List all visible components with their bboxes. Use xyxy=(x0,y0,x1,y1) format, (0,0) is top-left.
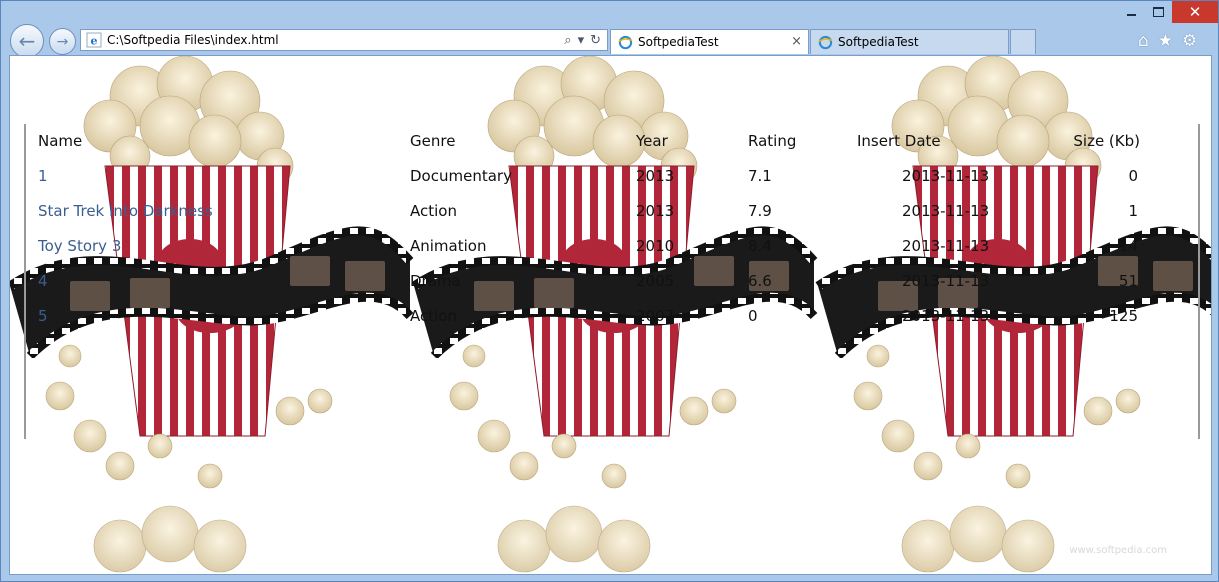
cell-year: 2005 xyxy=(636,272,675,290)
header-size[interactable]: Size (Kb) xyxy=(1073,132,1140,150)
table-row: 4 Drama 2005 6.6 2013-11-13 51 xyxy=(26,264,1198,299)
browser-window: ✕ ← → e C:\Softpedia Files\index.html ⌕ … xyxy=(0,0,1219,582)
cell-year: 2013 xyxy=(636,202,675,220)
cell-size: 14 xyxy=(1118,237,1138,255)
header-genre[interactable]: Genre xyxy=(410,132,455,150)
forward-arrow-icon: → xyxy=(56,33,69,50)
svg-text:e: e xyxy=(91,35,98,48)
cell-size: 1 xyxy=(1128,202,1138,220)
home-icon[interactable]: ⌂ xyxy=(1138,31,1149,51)
header-insert-date[interactable]: Insert Date xyxy=(857,132,941,150)
cell-size: 51 xyxy=(1118,272,1138,290)
header-name[interactable]: Name xyxy=(38,132,82,150)
cell-insert-date: 2013-11-13 xyxy=(902,167,990,185)
close-tab-icon[interactable]: × xyxy=(791,34,802,49)
search-icon[interactable]: ⌕ xyxy=(564,33,571,48)
new-tab-button[interactable] xyxy=(1010,29,1036,54)
tab-softpediatest[interactable]: SoftpediaTest xyxy=(810,29,1009,54)
movie-link[interactable]: Toy Story 3 xyxy=(38,237,121,255)
cell-year: 2010 xyxy=(636,237,675,255)
ie-tab-icon xyxy=(618,35,633,49)
cell-genre: Animation xyxy=(410,237,487,255)
cell-rating: 7.1 xyxy=(748,167,772,185)
table-row: 1 Documentary 2013 7.1 2013-11-13 0 xyxy=(26,159,1198,194)
ie-tab-icon xyxy=(818,35,833,49)
title-bar: ✕ xyxy=(1,1,1218,27)
movie-link[interactable]: 5 xyxy=(38,307,48,325)
table-row: 5 Action 2007 0 2013-11-13 125 xyxy=(26,299,1198,334)
cell-year: 2013 xyxy=(636,167,675,185)
movies-table: Name Genre Year Rating Insert Date Size … xyxy=(24,124,1200,439)
cell-rating: 6.6 xyxy=(748,272,772,290)
cell-year: 2007 xyxy=(636,307,675,325)
tab-title: SoftpediaTest xyxy=(638,35,719,49)
tab-title: SoftpediaTest xyxy=(838,35,919,49)
cell-insert-date: 2013-11-13 xyxy=(902,202,990,220)
maximize-button[interactable] xyxy=(1145,1,1172,23)
minimize-icon xyxy=(1127,14,1136,16)
back-arrow-icon: ← xyxy=(18,29,36,53)
cell-insert-date: 2013-11-13 xyxy=(902,272,990,290)
cell-insert-date: 2013-11-13 xyxy=(902,307,990,325)
table-header-row: Name Genre Year Rating Insert Date Size … xyxy=(26,124,1198,159)
cell-rating: 0 xyxy=(748,307,758,325)
page-viewport: www.softpedia.com Name Genre Year Rating… xyxy=(9,55,1212,575)
back-button[interactable]: ← xyxy=(10,24,44,58)
close-icon: ✕ xyxy=(1188,3,1202,21)
favorites-star-icon[interactable]: ★ xyxy=(1158,31,1173,51)
movie-link[interactable]: 1 xyxy=(38,167,48,185)
tools-gear-icon[interactable]: ⚙ xyxy=(1182,31,1197,51)
minimize-button[interactable] xyxy=(1118,1,1145,23)
table-row: Star Trek Into Darkness Action 2013 7.9 … xyxy=(26,194,1198,229)
address-bar[interactable]: e C:\Softpedia Files\index.html ⌕ ▾ ↻ xyxy=(80,29,608,51)
dropdown-icon[interactable]: ▾ xyxy=(578,33,585,48)
close-window-button[interactable]: ✕ xyxy=(1172,1,1218,23)
movie-link[interactable]: Star Trek Into Darkness xyxy=(38,202,213,220)
cell-genre: Drama xyxy=(410,272,461,290)
cell-rating: 7.9 xyxy=(748,202,772,220)
browser-toolbar-icons: ⌂ ★ ⚙ xyxy=(1138,31,1197,51)
cell-size: 0 xyxy=(1128,167,1138,185)
forward-button[interactable]: → xyxy=(49,28,76,55)
table-row: Toy Story 3 Animation 2010 8.4 2013-11-1… xyxy=(26,229,1198,264)
cell-rating: 8.4 xyxy=(748,237,772,255)
cell-size: 125 xyxy=(1109,307,1138,325)
cell-genre: Action xyxy=(410,307,457,325)
header-rating[interactable]: Rating xyxy=(748,132,796,150)
cell-genre: Documentary xyxy=(410,167,512,185)
refresh-icon[interactable]: ↻ xyxy=(590,33,601,48)
movie-link[interactable]: 4 xyxy=(38,272,48,290)
maximize-icon xyxy=(1153,7,1164,17)
softpedia-watermark: www.softpedia.com xyxy=(1069,545,1167,556)
address-url[interactable]: C:\Softpedia Files\index.html xyxy=(107,33,564,47)
ie-page-icon: e xyxy=(86,32,102,48)
tab-softpediatest-active[interactable]: SoftpediaTest × xyxy=(610,29,809,54)
header-year[interactable]: Year xyxy=(636,132,668,150)
cell-insert-date: 2013-11-13 xyxy=(902,237,990,255)
cell-genre: Action xyxy=(410,202,457,220)
